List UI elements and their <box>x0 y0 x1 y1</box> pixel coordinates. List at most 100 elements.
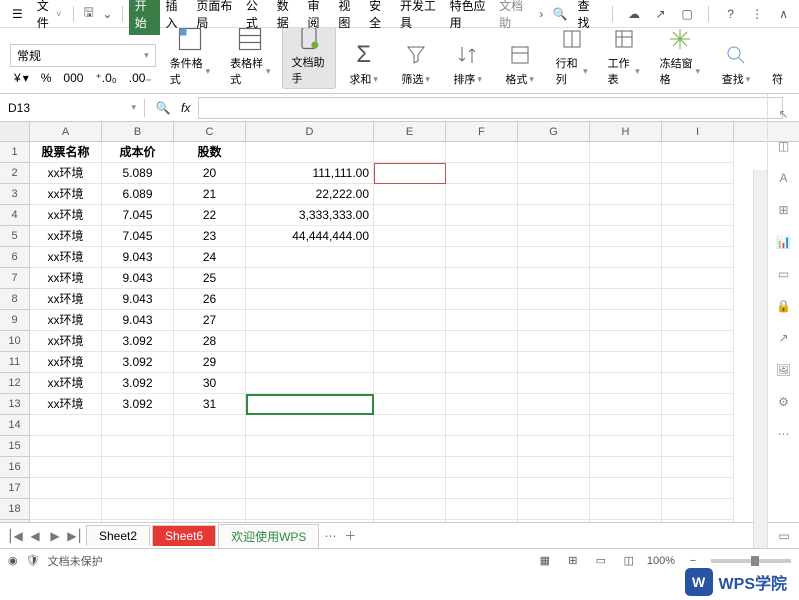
cell[interactable]: xx环境 <box>30 163 102 184</box>
undo-dropdown-icon[interactable]: ⌄ <box>99 4 116 24</box>
cell[interactable] <box>590 415 662 436</box>
cell[interactable] <box>174 415 246 436</box>
cell[interactable]: xx环境 <box>30 268 102 289</box>
cell[interactable]: 9.043 <box>102 268 174 289</box>
cell[interactable] <box>446 373 518 394</box>
cell[interactable] <box>374 415 446 436</box>
fx-label[interactable]: fx <box>181 101 190 115</box>
cell[interactable] <box>30 520 102 522</box>
sum-btn[interactable]: Σ 求和▾ <box>340 37 388 89</box>
cell[interactable] <box>246 373 374 394</box>
row-header[interactable]: 17 <box>0 478 30 499</box>
cell[interactable]: 3.092 <box>102 331 174 352</box>
name-box[interactable]: D13 ▾ <box>0 99 145 117</box>
cell[interactable] <box>446 415 518 436</box>
cell[interactable] <box>102 478 174 499</box>
percent-btn[interactable]: % <box>37 69 56 87</box>
row-header[interactable]: 5 <box>0 226 30 247</box>
cell[interactable]: 22 <box>174 205 246 226</box>
cell[interactable]: 成本价 <box>102 142 174 163</box>
sheet-tab-sheet2[interactable]: Sheet2 <box>86 525 150 546</box>
cell[interactable]: xx环境 <box>30 352 102 373</box>
cell[interactable]: 26 <box>174 289 246 310</box>
cell[interactable] <box>246 436 374 457</box>
row-header[interactable]: 11 <box>0 352 30 373</box>
cell[interactable] <box>446 205 518 226</box>
cell[interactable] <box>662 289 734 310</box>
cell[interactable] <box>374 310 446 331</box>
cell[interactable]: xx环境 <box>30 289 102 310</box>
save-icon[interactable]: 🖫 <box>80 4 97 24</box>
cell[interactable]: xx环境 <box>30 373 102 394</box>
cell[interactable] <box>590 289 662 310</box>
cell[interactable] <box>246 331 374 352</box>
currency-btn[interactable]: ¥▾ <box>10 69 33 87</box>
cell[interactable] <box>246 289 374 310</box>
cell[interactable] <box>446 478 518 499</box>
cell[interactable] <box>518 499 590 520</box>
sheet-prev-icon[interactable]: ◀ <box>26 529 44 543</box>
cell[interactable]: 7.045 <box>102 205 174 226</box>
cell[interactable] <box>590 310 662 331</box>
cell[interactable]: 5.089 <box>102 163 174 184</box>
cell[interactable] <box>374 499 446 520</box>
cond-format-btn[interactable]: 条件格式▾ <box>162 28 218 89</box>
cell[interactable]: 3.092 <box>102 394 174 415</box>
tab-home[interactable]: 开始 <box>129 0 160 35</box>
cell[interactable] <box>102 415 174 436</box>
cell[interactable] <box>518 352 590 373</box>
cell[interactable] <box>174 499 246 520</box>
cell[interactable]: 30 <box>174 373 246 394</box>
menu-icon[interactable]: ☰ <box>6 5 29 23</box>
cell[interactable] <box>590 142 662 163</box>
cell[interactable]: 31 <box>174 394 246 415</box>
cell[interactable] <box>446 226 518 247</box>
select-all-corner[interactable] <box>0 122 30 141</box>
cell[interactable] <box>518 457 590 478</box>
cell[interactable]: 9.043 <box>102 310 174 331</box>
sheet-tab-sheet6[interactable]: Sheet6 <box>152 525 216 546</box>
more-icon[interactable]: ⋮ <box>748 4 767 24</box>
help-icon[interactable]: ? <box>721 4 740 24</box>
cell[interactable]: 股数 <box>174 142 246 163</box>
cell[interactable]: 7.045 <box>102 226 174 247</box>
zoom-value[interactable]: 100% <box>647 555 675 567</box>
row-header[interactable]: 2 <box>0 163 30 184</box>
find-fx-icon[interactable]: 🔍 <box>153 98 173 118</box>
cell[interactable]: 23 <box>174 226 246 247</box>
view-normal-icon[interactable]: ▦ <box>535 551 555 571</box>
cell[interactable] <box>518 331 590 352</box>
sheet-add-icon[interactable]: ＋ <box>341 527 359 544</box>
cell[interactable] <box>518 142 590 163</box>
record-icon[interactable]: ◉ <box>8 554 18 567</box>
cell[interactable]: xx环境 <box>30 310 102 331</box>
cell[interactable] <box>590 352 662 373</box>
cell[interactable] <box>662 163 734 184</box>
col-header-A[interactable]: A <box>30 122 102 141</box>
cell[interactable] <box>30 436 102 457</box>
row-header[interactable]: 18 <box>0 499 30 520</box>
vertical-scrollbar[interactable] <box>753 170 767 548</box>
tab-overflow-icon[interactable]: › <box>533 4 549 24</box>
cell[interactable] <box>590 499 662 520</box>
zoom-slider[interactable] <box>711 559 791 563</box>
tab-security[interactable]: 安全 <box>363 0 394 35</box>
cell[interactable]: 111,111.00 <box>246 163 374 184</box>
cell[interactable] <box>662 184 734 205</box>
row-header[interactable]: 9 <box>0 310 30 331</box>
row-header[interactable]: 3 <box>0 184 30 205</box>
cell[interactable] <box>662 247 734 268</box>
cell[interactable] <box>590 394 662 415</box>
cell[interactable] <box>518 478 590 499</box>
cell[interactable]: 3.092 <box>102 373 174 394</box>
cell[interactable] <box>446 184 518 205</box>
col-header-D[interactable]: D <box>246 122 374 141</box>
export-icon[interactable]: ↗ <box>774 328 794 348</box>
comma-btn[interactable]: 000 <box>59 69 87 87</box>
cell[interactable] <box>518 310 590 331</box>
cell[interactable] <box>662 373 734 394</box>
cell[interactable] <box>590 268 662 289</box>
cell[interactable] <box>30 457 102 478</box>
cell[interactable]: 28 <box>174 331 246 352</box>
cell[interactable]: xx环境 <box>30 394 102 415</box>
